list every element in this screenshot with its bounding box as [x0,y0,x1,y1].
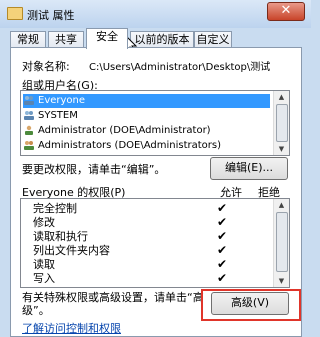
permissions-scrollbar[interactable]: ▲ ▼ [273,199,289,287]
user-group-icon [23,110,35,120]
list-item[interactable]: Administrators (DOE\Administrators) [23,139,270,153]
allow-check-icon: ✔ [217,271,228,285]
close-button[interactable]: ✕ [267,2,305,21]
learn-access-control-link[interactable]: 了解访问控制和权限 [22,320,121,336]
tab-previous-versions[interactable]: 以前的版本 [130,31,194,48]
allow-check-icon: ✔ [217,257,228,271]
user-list[interactable]: Everyone SYSTEM Administrator (DOE\Admin… [20,90,290,156]
user-name: Administrator (DOE\Administrator) [38,125,211,136]
tab-general[interactable]: 常规 [10,31,46,48]
user-name: Administrators (DOE\Administrators) [38,140,221,151]
list-item[interactable]: Everyone [23,94,270,108]
list-item[interactable]: Administrator (DOE\Administrator) [23,124,270,138]
window-title: 测试 属性 [27,9,75,22]
folder-icon [7,7,23,20]
edit-hint-text: 要更改权限，请单击“编辑”。 [22,163,166,176]
list-item[interactable]: SYSTEM [23,109,270,123]
allow-check-icon: ✔ [217,201,228,215]
user-icon [23,125,35,135]
advanced-hint-line2: 级”。 [22,304,50,317]
permission-name: 读取和执行 [33,230,88,243]
permission-name: 完全控制 [33,202,77,215]
permission-name: 写入 [33,272,55,285]
permissions-list: 完全控制 ✔ 修改 ✔ 读取和执行 ✔ 列出文件夹内容 ✔ 读取 ✔ 写入 ✔ … [20,198,290,288]
permission-row: 读取 ✔ [21,257,273,272]
scroll-up-arrow-icon[interactable]: ▲ [274,91,289,103]
permission-row: 列出文件夹内容 ✔ [21,243,273,258]
user-group-icon [23,140,35,150]
permission-name: 修改 [33,216,55,229]
scroll-thumb[interactable] [276,104,288,142]
permission-name: 读取 [33,258,55,271]
user-group-icon [23,95,35,105]
allow-check-icon: ✔ [217,229,228,243]
edit-button[interactable]: 编辑(E)... [210,157,288,180]
object-name-label: 对象名称: [22,60,70,73]
highlight-box [201,289,301,321]
permission-row: 读取和执行 ✔ [21,229,273,244]
allow-check-icon: ✔ [217,243,228,257]
user-name: Everyone [38,95,86,106]
object-name-value: C:\Users\Administrator\Desktop\测试 [89,62,271,73]
user-name: SYSTEM [38,110,78,121]
scroll-up-arrow-icon[interactable]: ▲ [274,199,289,211]
permission-row: 修改 ✔ [21,215,273,230]
scroll-down-arrow-icon[interactable]: ▼ [274,143,289,155]
tab-security[interactable]: 安全 [86,28,128,49]
scroll-thumb[interactable] [276,212,288,272]
tab-sharing[interactable]: 共享 [48,31,84,48]
allow-check-icon: ✔ [217,215,228,229]
scroll-down-arrow-icon[interactable]: ▼ [274,275,289,287]
tab-customize[interactable]: 自定义 [194,31,232,48]
user-list-scrollbar[interactable]: ▲ ▼ [273,91,289,155]
title-bar: 测试 属性 ✕ [0,0,311,28]
permission-row: 写入 ✔ [21,271,273,286]
permission-row: 完全控制 ✔ [21,201,273,216]
permission-name: 列出文件夹内容 [33,244,110,257]
